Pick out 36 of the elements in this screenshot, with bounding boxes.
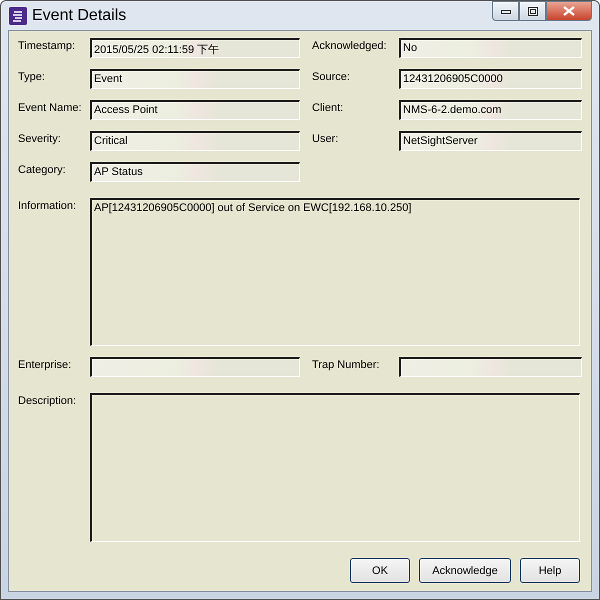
text-field[interactable]: AP Status: [90, 162, 300, 182]
close-button[interactable]: [546, 1, 592, 21]
field-label: Timestamp:: [18, 39, 76, 52]
window-title: Event Details: [32, 6, 126, 24]
field-label: Acknowledged:: [312, 39, 388, 52]
field-label: User:: [312, 132, 340, 145]
close-icon: [563, 6, 575, 16]
text-field[interactable]: 2015/05/25 02:11:59 下午: [90, 38, 300, 58]
text-field[interactable]: Access Point: [90, 100, 300, 120]
field-label: Information:: [18, 199, 78, 214]
field-label: Description:: [18, 394, 78, 409]
field-label: Category:: [18, 163, 67, 176]
text-field[interactable]: NMS-6-2.demo.com: [399, 100, 582, 120]
text-field[interactable]: NetSightServer: [399, 131, 582, 151]
minimize-button[interactable]: [492, 1, 519, 21]
app-icon: [9, 6, 27, 24]
minimize-icon: [500, 8, 510, 14]
text-field[interactable]: [90, 357, 300, 377]
field-label: Enterprise:: [18, 358, 72, 371]
field-label: Event Name:: [18, 101, 83, 114]
dialog-button[interactable]: OK: [350, 558, 410, 583]
text-field[interactable]: No: [399, 38, 582, 58]
maximize-icon: [528, 6, 538, 16]
field-label: Source:: [312, 70, 351, 83]
text-field[interactable]: [399, 357, 582, 377]
dialog-button[interactable]: Help: [520, 558, 580, 583]
dialog-button[interactable]: Acknowledge: [419, 558, 511, 583]
text-field[interactable]: Event: [90, 69, 300, 89]
text-field[interactable]: Critical: [90, 131, 300, 151]
text-area[interactable]: AP[12431206905C0000] out of Service on EWC[192.168.10.250]: [90, 198, 580, 346]
text-field[interactable]: 12431206905C0000: [399, 69, 582, 89]
maximize-button[interactable]: [519, 1, 546, 21]
field-label: Trap Number:: [312, 358, 380, 371]
field-label: Severity:: [18, 132, 62, 145]
field-label: Client:: [312, 101, 344, 114]
field-label: Type:: [18, 70, 46, 83]
